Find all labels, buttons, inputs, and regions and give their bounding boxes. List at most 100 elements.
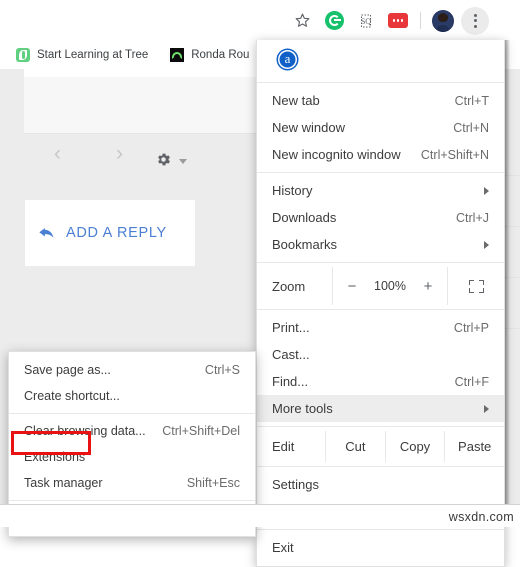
menu-item-cast[interactable]: Cast... bbox=[257, 341, 504, 368]
grammarly-extension-icon bbox=[324, 11, 344, 30]
menu-shadow bbox=[505, 40, 510, 527]
menu-item-accelerator: Ctrl+J bbox=[456, 210, 489, 225]
menu-separator bbox=[257, 262, 504, 263]
chrome-main-menu: a New tab Ctrl+T New window Ctrl+N New i… bbox=[256, 40, 505, 567]
menu-separator bbox=[257, 172, 504, 173]
menu-item-history[interactable]: History bbox=[257, 177, 504, 204]
prev-page-button[interactable]: ‹ bbox=[54, 142, 61, 166]
bookmark-item-treehouse[interactable]: Start Learning at Tree bbox=[10, 44, 154, 66]
menu-item-accelerator: Ctrl+S bbox=[204, 363, 240, 377]
chevron-right-icon bbox=[484, 240, 489, 249]
menu-item-label: Save page as... bbox=[24, 363, 111, 377]
toolbar-icon-group: SQ bbox=[286, 6, 491, 35]
chevron-right-icon bbox=[484, 186, 489, 195]
menu-item-settings[interactable]: Settings bbox=[257, 471, 504, 498]
menu-item-label: New window bbox=[272, 120, 345, 135]
menu-separator bbox=[257, 529, 504, 530]
submenu-item-create-shortcut[interactable]: Create shortcut... bbox=[9, 383, 255, 409]
menu-item-label: More tools bbox=[272, 401, 333, 416]
menu-item-more-tools[interactable]: More tools bbox=[257, 395, 504, 422]
edit-label: Edit bbox=[272, 439, 295, 454]
menu-edit-row: Edit Cut Copy Paste bbox=[257, 431, 504, 462]
amazon-extension-icon[interactable]: a bbox=[278, 49, 297, 69]
zoom-out-button[interactable]: − bbox=[345, 278, 359, 295]
menu-item-accelerator: Ctrl+Shift+N bbox=[420, 147, 489, 162]
add-reply-button[interactable]: ADD A REPLY bbox=[24, 199, 196, 267]
menu-item-accelerator: Ctrl+P bbox=[453, 320, 489, 335]
svg-text:SQ: SQ bbox=[361, 17, 372, 26]
zoom-controls: − 100% + bbox=[332, 267, 448, 305]
menu-item-exit[interactable]: Exit bbox=[257, 534, 504, 561]
menu-item-find[interactable]: Find... Ctrl+F bbox=[257, 368, 504, 395]
site-watermark: wsxdn.com bbox=[448, 510, 514, 524]
chevron-right-icon bbox=[484, 404, 489, 413]
extension-icon: SQ bbox=[361, 13, 372, 28]
menu-item-accelerator: Ctrl+F bbox=[454, 374, 489, 389]
browser-toolbar: SQ bbox=[0, 0, 520, 40]
grammarly-extension-button[interactable] bbox=[318, 7, 350, 34]
menu-item-new-incognito-window[interactable]: New incognito window Ctrl+Shift+N bbox=[257, 141, 504, 168]
extension-button[interactable]: SQ bbox=[350, 7, 382, 34]
menu-item-label: Print... bbox=[272, 320, 310, 335]
extensions-highlight-box bbox=[11, 431, 91, 455]
bookmark-star-icon bbox=[295, 13, 309, 27]
menu-item-label: Bookmarks bbox=[272, 237, 338, 252]
menu-item-label: Find... bbox=[272, 374, 309, 389]
chrome-menu-kebab-icon bbox=[461, 6, 489, 35]
menu-item-label: New tab bbox=[272, 93, 320, 108]
menu-item-new-window[interactable]: New window Ctrl+N bbox=[257, 114, 504, 141]
red-extension-icon bbox=[388, 13, 408, 28]
menu-extension-row[interactable]: a bbox=[257, 40, 504, 78]
gear-dropdown-caret-icon[interactable] bbox=[179, 159, 187, 164]
bookmark-label: Start Learning at Tree bbox=[37, 48, 149, 61]
menu-separator bbox=[257, 426, 504, 427]
menu-item-label: Task manager bbox=[24, 476, 103, 490]
menu-separator bbox=[9, 500, 255, 501]
treehouse-icon bbox=[16, 47, 30, 62]
zoom-level-value: 100% bbox=[374, 279, 406, 293]
chrome-menu-button[interactable] bbox=[459, 6, 491, 35]
fullscreen-button[interactable] bbox=[448, 267, 504, 305]
submenu-item-task-manager[interactable]: Task manager Shift+Esc bbox=[9, 470, 255, 496]
zoom-label: Zoom bbox=[272, 278, 306, 294]
menu-zoom-row: Zoom − 100% + bbox=[257, 267, 504, 305]
menu-item-accelerator: Ctrl+N bbox=[453, 120, 489, 135]
footer-bar bbox=[0, 504, 520, 527]
red-extension-button[interactable] bbox=[382, 7, 414, 34]
paste-button[interactable]: Paste bbox=[444, 431, 504, 462]
menu-item-label: New incognito window bbox=[272, 147, 401, 162]
reply-arrow-icon bbox=[39, 228, 54, 238]
copy-button[interactable]: Copy bbox=[384, 431, 445, 462]
menu-separator bbox=[257, 466, 504, 467]
menu-item-label: Exit bbox=[272, 540, 294, 555]
submenu-item-save-page-as[interactable]: Save page as... Ctrl+S bbox=[9, 357, 255, 383]
menu-item-label: Settings bbox=[272, 477, 319, 492]
menu-item-label: Downloads bbox=[272, 210, 337, 225]
zoom-in-button[interactable]: + bbox=[421, 278, 435, 295]
profile-avatar bbox=[432, 9, 454, 32]
menu-item-new-tab[interactable]: New tab Ctrl+T bbox=[257, 87, 504, 114]
menu-item-print[interactable]: Print... Ctrl+P bbox=[257, 314, 504, 341]
menu-item-label: History bbox=[272, 183, 313, 198]
next-page-button[interactable]: › bbox=[116, 142, 123, 166]
menu-item-accelerator: Ctrl+T bbox=[454, 93, 489, 108]
cut-button[interactable]: Cut bbox=[325, 431, 385, 462]
menu-item-label: Create shortcut... bbox=[24, 389, 120, 403]
menu-separator bbox=[9, 413, 255, 414]
menu-item-downloads[interactable]: Downloads Ctrl+J bbox=[257, 204, 504, 231]
bookmark-star-button[interactable] bbox=[286, 7, 318, 34]
fullscreen-icon bbox=[468, 279, 484, 293]
toolbar-divider bbox=[420, 12, 421, 29]
menu-item-accelerator: Ctrl+Shift+Del bbox=[162, 424, 240, 438]
menu-item-accelerator: Shift+Esc bbox=[186, 476, 240, 490]
add-reply-label: ADD A REPLY bbox=[66, 225, 167, 241]
menu-item-label: Cast... bbox=[272, 347, 310, 362]
bookmark-item-ronda[interactable]: Ronda Rou bbox=[164, 44, 255, 66]
menu-separator bbox=[257, 309, 504, 310]
menu-separator bbox=[257, 82, 504, 83]
ufc-icon bbox=[170, 47, 185, 62]
profile-button[interactable] bbox=[427, 7, 459, 34]
menu-item-bookmarks[interactable]: Bookmarks bbox=[257, 231, 504, 258]
bookmark-label: Ronda Rou bbox=[191, 48, 250, 61]
settings-gear-icon[interactable] bbox=[155, 151, 172, 168]
